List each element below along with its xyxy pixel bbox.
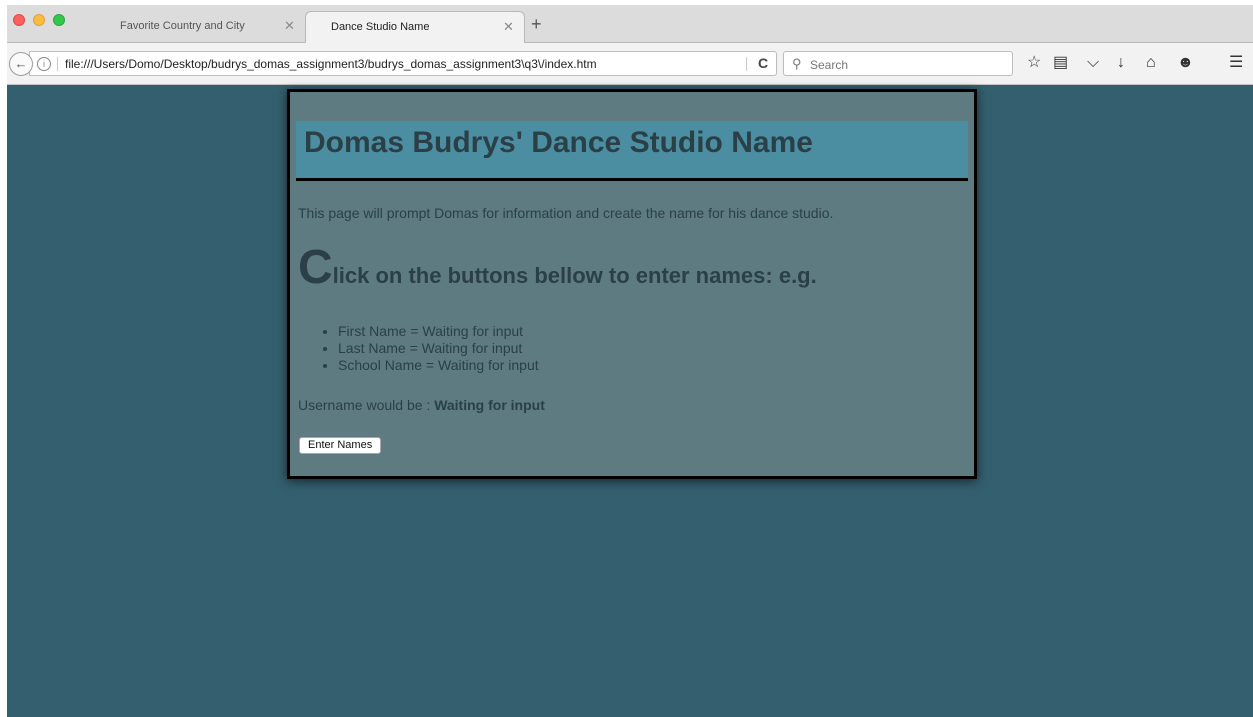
window-minimize-button[interactable] xyxy=(33,14,45,26)
tab-dance-studio[interactable]: Dance Studio Name ✕ xyxy=(305,11,525,44)
tab-label: Dance Studio Name xyxy=(331,21,430,33)
download-icon[interactable]: ↓ xyxy=(1117,54,1125,72)
list-item: School Name = Waiting for input xyxy=(338,357,539,374)
tab-favorite-country[interactable]: Favorite Country and City ✕ xyxy=(99,11,309,42)
menu-icon[interactable]: ☰ xyxy=(1229,54,1243,72)
username-value: Waiting for input xyxy=(434,397,545,413)
list-item: First Name = Waiting for input xyxy=(338,323,539,340)
header-band: Domas Budrys' Dance Studio Name xyxy=(296,121,968,181)
reload-icon[interactable]: C xyxy=(758,55,768,71)
url-bar[interactable]: i file:///Users/Domo/Desktop/budrys_doma… xyxy=(29,51,777,76)
chat-icon[interactable]: ☻ xyxy=(1177,54,1194,72)
name-status-list: First Name = Waiting for input Last Name… xyxy=(338,323,539,374)
home-icon[interactable]: ⌂ xyxy=(1146,54,1156,72)
star-icon[interactable]: ☆ xyxy=(1027,54,1041,72)
divider xyxy=(57,57,58,71)
navigation-toolbar: i file:///Users/Domo/Desktop/budrys_doma… xyxy=(7,43,1253,85)
plus-icon[interactable]: + xyxy=(531,15,542,33)
intro-text: This page will prompt Domas for informat… xyxy=(298,205,834,221)
username-label: Username would be : xyxy=(298,397,435,413)
browser-window: Favorite Country and City ✕ Dance Studio… xyxy=(7,5,1253,717)
tab-strip: Favorite Country and City ✕ Dance Studio… xyxy=(7,5,1253,44)
window-close-button[interactable] xyxy=(13,14,25,26)
list-item: Last Name = Waiting for input xyxy=(338,340,539,357)
site-info-icon[interactable]: i xyxy=(37,57,51,71)
content-card: Domas Budrys' Dance Studio Name This pag… xyxy=(287,89,977,479)
search-icon: ⚲ xyxy=(792,56,802,71)
username-line: Username would be : Waiting for input xyxy=(298,397,545,413)
divider xyxy=(746,57,747,71)
drop-cap: C xyxy=(298,241,333,294)
enter-names-button[interactable]: Enter Names xyxy=(299,437,382,454)
back-arrow-icon[interactable]: ← xyxy=(9,52,33,76)
reading-list-icon[interactable]: ▤ xyxy=(1053,54,1068,72)
heading-text: lick on the buttons bellow to enter name… xyxy=(332,263,817,288)
tab-label: Favorite Country and City xyxy=(120,20,245,32)
page-title: Domas Budrys' Dance Studio Name xyxy=(304,126,813,159)
instructions-heading: Click on the buttons bellow to enter nam… xyxy=(298,244,817,292)
close-icon[interactable]: ✕ xyxy=(503,19,514,35)
pocket-icon[interactable]: ⌵ xyxy=(1087,54,1099,72)
page-viewport: Domas Budrys' Dance Studio Name This pag… xyxy=(7,85,1253,717)
search-input[interactable]: ⚲ Search xyxy=(783,51,1013,76)
window-maximize-button[interactable] xyxy=(53,14,65,26)
search-placeholder: Search xyxy=(810,58,849,72)
url-text[interactable]: file:///Users/Domo/Desktop/budrys_domas_… xyxy=(65,57,597,71)
close-icon[interactable]: ✕ xyxy=(284,18,295,34)
